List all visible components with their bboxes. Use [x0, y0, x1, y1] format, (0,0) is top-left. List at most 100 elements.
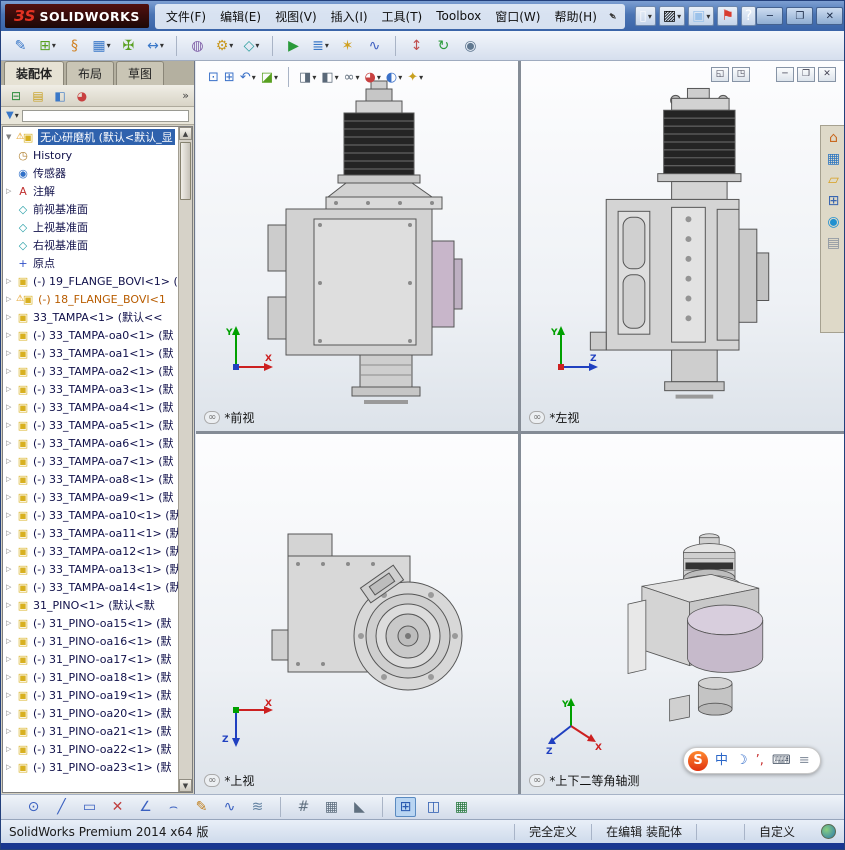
- tree-item[interactable]: ▷ ▣ (-) 33_TAMPA-oa4<1> (默: [3, 398, 178, 416]
- filter-input[interactable]: [21, 109, 189, 122]
- dropdown-caret-icon[interactable]: ▾: [335, 73, 339, 82]
- tree-item[interactable]: ▷ ▣ (-) 31_PINO-oa20<1> (默: [3, 704, 178, 722]
- expand-arrow-icon[interactable]: ▷: [6, 313, 16, 321]
- tree-item[interactable]: ▷ ▣ (-) 33_TAMPA-oa2<1> (默: [3, 362, 178, 380]
- expand-arrow-icon[interactable]: ▷: [6, 511, 16, 519]
- menu-item[interactable]: 文件(F): [159, 6, 213, 27]
- ime-menu-icon[interactable]: ≡: [799, 754, 810, 767]
- expand-arrow-icon[interactable]: ▷: [6, 295, 16, 303]
- expand-arrow-icon[interactable]: ▷: [6, 565, 16, 573]
- dropdown-caret-icon[interactable]: ▾: [706, 12, 710, 21]
- tree-item[interactable]: ▷ ▣ (-) 33_TAMPA-oa0<1> (默: [3, 326, 178, 344]
- menu-item[interactable]: 工具(T): [375, 6, 430, 27]
- viewport-splitter-horizontal[interactable]: [196, 431, 844, 434]
- dropdown-caret-icon[interactable]: ▾: [15, 111, 19, 120]
- menu-item[interactable]: 视图(V): [268, 6, 324, 27]
- line-tool-icon[interactable]: ╱: [51, 797, 72, 817]
- tree-item[interactable]: ▷ ▣ (-) 33_TAMPA-oa5<1> (默: [3, 416, 178, 434]
- expand-arrow-icon[interactable]: ▷: [6, 619, 16, 627]
- expand-arrow-icon[interactable]: ▷: [6, 601, 16, 609]
- expand-arrow-icon[interactable]: ▷: [6, 727, 16, 735]
- dropdown-caret-icon[interactable]: ▾: [356, 73, 360, 82]
- tree-item[interactable]: ▷ ▣ 31_PINO<1> (默认<默: [3, 596, 178, 614]
- move-component-icon[interactable]: ↔ ▾: [144, 34, 167, 57]
- expand-arrow-icon[interactable]: ▷: [6, 673, 16, 681]
- maximize-button[interactable]: ❐: [786, 7, 814, 25]
- four-view-icon[interactable]: ⊞: [395, 797, 416, 817]
- scroll-down-icon[interactable]: ▼: [179, 779, 192, 792]
- tree-item[interactable]: + 原点: [3, 254, 178, 272]
- tree-item[interactable]: ▷ ▣ (-) 33_TAMPA-oa3<1> (默: [3, 380, 178, 398]
- tree-scrollbar[interactable]: ▲ ▼: [178, 127, 192, 792]
- apply-scene-icon[interactable]: ◐ ▾: [386, 71, 402, 84]
- new-document-icon[interactable]: ▯ ▾: [635, 6, 656, 26]
- tree-item[interactable]: ▷ ▣ (-) 33_TAMPA-oa10<1> (默: [3, 506, 178, 524]
- expand-arrow-icon[interactable]: ▼: [6, 133, 16, 141]
- dropdown-caret-icon[interactable]: ▾: [377, 73, 381, 82]
- spline-tool-icon[interactable]: ∿: [219, 797, 240, 817]
- expand-arrow-icon[interactable]: ▷: [6, 277, 16, 285]
- tree-item[interactable]: ▷ ▣ (-) 31_PINO-oa21<1> (默: [3, 722, 178, 740]
- tree-item[interactable]: ▷ ▣ (-) 33_TAMPA-oa11<1> (默: [3, 524, 178, 542]
- scroll-up-icon[interactable]: ▲: [179, 127, 192, 140]
- minimize-button[interactable]: ─: [756, 7, 784, 25]
- pen-tool-icon[interactable]: ✎: [191, 797, 212, 817]
- ime-keyboard-icon[interactable]: ⌨: [772, 754, 791, 767]
- dropdown-caret-icon[interactable]: ▾: [252, 73, 256, 82]
- dropdown-caret-icon[interactable]: ▾: [312, 73, 316, 82]
- expand-arrow-icon[interactable]: ▷: [6, 331, 16, 339]
- dropdown-caret-icon[interactable]: ▾: [107, 41, 111, 50]
- tree-item[interactable]: ▷ ▣ 33_TAMPA<1> (默认<<: [3, 308, 178, 326]
- edit-appearance-icon[interactable]: ◕ ▾: [365, 71, 381, 84]
- update-assembly-icon[interactable]: ↻: [432, 34, 455, 57]
- file-explorer-icon[interactable]: ▱: [828, 173, 839, 187]
- two-view-icon[interactable]: ◫: [423, 797, 444, 817]
- mate-icon[interactable]: §: [63, 34, 86, 57]
- tree-item[interactable]: ▷ A 注解: [3, 182, 178, 200]
- appearances-icon[interactable]: ◉: [827, 215, 839, 229]
- hide-show-items-icon[interactable]: ∞ ▾: [344, 71, 360, 84]
- menu-item[interactable]: 窗口(W): [488, 6, 547, 27]
- tree-item[interactable]: ◉ 传感器: [3, 164, 178, 182]
- expand-arrow-icon[interactable]: ▷: [6, 637, 16, 645]
- assembly-features-icon[interactable]: ⚙ ▾: [213, 34, 236, 57]
- table-icon[interactable]: ▦: [451, 797, 472, 817]
- tree-item[interactable]: ▷ ▣ (-) 19_FLANGE_BOVI<1> (默: [3, 272, 178, 290]
- solidworks-resources-icon[interactable]: ⌂: [829, 131, 838, 145]
- tree-item[interactable]: ◷ History: [3, 146, 178, 164]
- menu-item[interactable]: Toolbox: [429, 7, 488, 25]
- view-settings-icon[interactable]: ✦ ▾: [407, 71, 423, 84]
- section-view-icon[interactable]: ◪ ▾: [261, 71, 278, 84]
- angle-snap-icon[interactable]: ◣: [349, 797, 370, 817]
- previous-view-icon[interactable]: ↶ ▾: [240, 71, 256, 84]
- tree-item[interactable]: ▷ ▣ (-) 33_TAMPA-oa6<1> (默: [3, 434, 178, 452]
- tree-item[interactable]: ▷ ▣ (-) 33_TAMPA-oa9<1> (默: [3, 488, 178, 506]
- tree-item[interactable]: ◇ 右视基准面: [3, 236, 178, 254]
- expand-arrow-icon[interactable]: ▷: [6, 421, 16, 429]
- propertymanager-icon[interactable]: ▤: [28, 87, 48, 105]
- displaymanager-icon[interactable]: ◕: [72, 87, 92, 105]
- dropdown-caret-icon[interactable]: ▾: [274, 73, 278, 82]
- tree-item[interactable]: ▷ ▣ (-) 31_PINO-oa19<1> (默: [3, 686, 178, 704]
- reference-geometry-icon[interactable]: ◇ ▾: [240, 34, 263, 57]
- dropdown-caret-icon[interactable]: ▾: [52, 41, 56, 50]
- tree-item[interactable]: ▷ ▣ (-) 31_PINO-oa23<1> (默: [3, 758, 178, 776]
- doc-restore-button[interactable]: ❐: [797, 67, 815, 82]
- tree-item[interactable]: ▷ ▣ (-) 33_TAMPA-oa12<1> (默: [3, 542, 178, 560]
- toolbox-status-icon[interactable]: ⚑: [717, 6, 738, 26]
- expand-arrow-icon[interactable]: ▷: [6, 529, 16, 537]
- featuremanager-tree-icon[interactable]: ⊟: [6, 87, 26, 105]
- angle-tool-icon[interactable]: ∠: [135, 797, 156, 817]
- expand-arrow-icon[interactable]: ▷: [6, 655, 16, 663]
- zoom-area-icon[interactable]: ⊞: [224, 71, 235, 84]
- ime-fullhalf-icon[interactable]: ☽: [736, 754, 748, 767]
- expand-arrow-icon[interactable]: ▷: [6, 583, 16, 591]
- viewport-splitter-vertical[interactable]: [518, 61, 521, 794]
- tree-item[interactable]: ◇ 上视基准面: [3, 218, 178, 236]
- bill-of-materials-icon[interactable]: ≣ ▾: [309, 34, 332, 57]
- viewport-split-icon[interactable]: ◱: [711, 67, 729, 82]
- tree-item[interactable]: ▷ ▣ (-) 33_TAMPA-oa7<1> (默: [3, 452, 178, 470]
- custom-properties-icon[interactable]: ▤: [827, 236, 840, 250]
- pin-menu-icon[interactable]: ✒: [605, 8, 620, 24]
- viewport-layout-icon[interactable]: ◳: [732, 67, 750, 82]
